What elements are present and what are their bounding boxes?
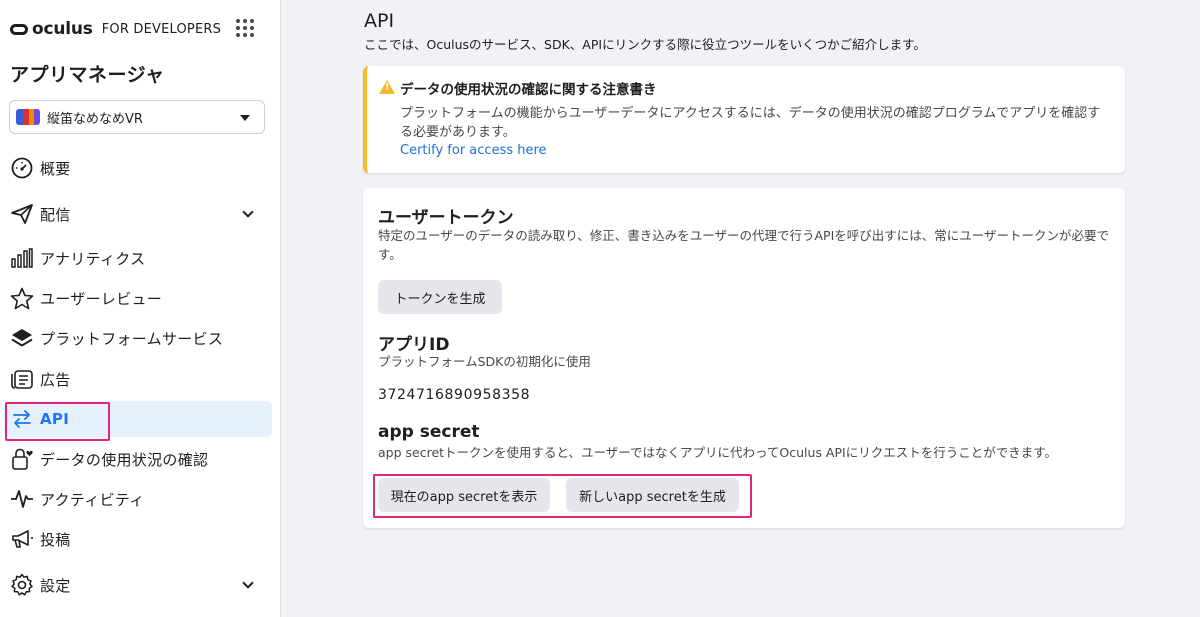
page-description: ここでは、Oculusのサービス、SDK、APIにリンクする際に役立つツールをい… bbox=[364, 37, 926, 52]
chevron-down-icon[interactable] bbox=[242, 206, 254, 218]
notice-title: データの使用状況の確認に関する注意書き bbox=[400, 82, 657, 98]
sidebar-item-platform-services[interactable]: プラットフォームサービス bbox=[4, 320, 272, 356]
paper-plane-icon bbox=[10, 202, 34, 226]
sidebar-item-label: データの使用状況の確認 bbox=[40, 450, 209, 469]
dropdown-caret-icon bbox=[240, 115, 250, 121]
bar-chart-icon bbox=[10, 246, 34, 270]
oculus-ring-icon bbox=[10, 23, 28, 35]
generate-token-button[interactable]: トークンを生成 bbox=[378, 280, 502, 314]
app-selector-dropdown[interactable]: 縦笛なめなめVR bbox=[9, 100, 265, 134]
sidebar-item-overview[interactable]: 概要 bbox=[4, 150, 272, 186]
sidebar-item-posts[interactable]: 投稿 bbox=[4, 521, 272, 557]
sidebar-item-ads[interactable]: 広告 bbox=[4, 361, 272, 397]
sidebar-item-settings[interactable]: 設定 bbox=[4, 567, 272, 603]
app-manager-title: アプリマネージャ bbox=[10, 64, 165, 86]
show-app-secret-button[interactable]: 現在のapp secretを表示 bbox=[378, 478, 550, 512]
sidebar-item-data-use-checkup[interactable]: データの使用状況の確認 bbox=[4, 441, 272, 477]
user-token-title: ユーザートークン bbox=[378, 208, 514, 228]
layers-icon bbox=[10, 326, 34, 350]
app-thumbnail bbox=[16, 109, 40, 125]
gear-icon bbox=[10, 573, 34, 597]
app-secret-title: app secret bbox=[378, 422, 480, 442]
sidebar-item-label: 投稿 bbox=[40, 530, 71, 549]
sidebar-item-label: 配信 bbox=[40, 205, 71, 224]
apps-grid-icon[interactable] bbox=[236, 19, 254, 37]
brand-subtitle: FOR DEVELOPERS bbox=[101, 21, 222, 37]
user-token-description: 特定のユーザーのデータの読み取り、修正、書き込みをユーザーの代理で行うAPIを呼… bbox=[378, 228, 1110, 262]
sidebar-item-label: 広告 bbox=[40, 370, 71, 389]
brand-name: oculus bbox=[32, 19, 93, 39]
sidebar-item-label: アクティビティ bbox=[40, 490, 145, 509]
megaphone-icon bbox=[10, 527, 34, 551]
dashboard-gauge-icon bbox=[10, 156, 34, 180]
sidebar-item-activity[interactable]: アクティビティ bbox=[4, 481, 272, 517]
sidebar-item-api[interactable]: API bbox=[4, 401, 272, 437]
app-id-description: プラットフォームSDKの初期化に使用 bbox=[378, 354, 591, 369]
app-id-value: 3724716890958358 bbox=[378, 387, 531, 403]
sidebar-item-user-reviews[interactable]: ユーザーレビュー bbox=[4, 280, 272, 316]
ads-icon bbox=[10, 367, 34, 391]
sidebar-item-label: アナリティクス bbox=[40, 249, 146, 268]
notice-body: プラットフォームの機能からユーザーデータにアクセスするには、データの使用状況の確… bbox=[400, 106, 1101, 140]
app-selector-value: 縦笛なめなめVR bbox=[47, 111, 143, 127]
sidebar-item-label: 概要 bbox=[40, 159, 71, 178]
app-secret-description: app secretトークンを使用すると、ユーザーではなくアプリに代わってOcu… bbox=[378, 445, 1057, 460]
sidebar-item-label: プラットフォームサービス bbox=[40, 329, 224, 348]
warning-icon bbox=[379, 80, 395, 94]
generate-app-secret-button[interactable]: 新しいapp secretを生成 bbox=[566, 478, 739, 512]
star-icon bbox=[10, 286, 34, 310]
sidebar-item-analytics[interactable]: アナリティクス bbox=[4, 240, 272, 276]
api-tools-card: ユーザートークン 特定のユーザーのデータの読み取り、修正、書き込みをユーザーの代… bbox=[363, 188, 1125, 528]
activity-pulse-icon bbox=[10, 487, 34, 511]
lock-heart-icon bbox=[10, 447, 34, 471]
sidebar-item-distribution[interactable]: 配信 bbox=[4, 196, 272, 232]
swap-arrows-icon bbox=[10, 407, 34, 431]
sidebar-item-label: API bbox=[40, 410, 70, 428]
chevron-down-icon[interactable] bbox=[242, 577, 254, 589]
oculus-logo[interactable]: oculus FOR DEVELOPERS bbox=[10, 18, 221, 40]
certify-access-link[interactable]: Certify for access here bbox=[400, 143, 547, 158]
sidebar-item-label: 設定 bbox=[40, 576, 71, 595]
data-use-notice-card: データの使用状況の確認に関する注意書き プラットフォームの機能からユーザーデータ… bbox=[363, 66, 1125, 173]
sidebar-item-label: ユーザーレビュー bbox=[40, 289, 163, 308]
sidebar: oculus FOR DEVELOPERS アプリマネージャ 縦笛なめなめVR … bbox=[0, 0, 281, 617]
page-title: API bbox=[364, 10, 395, 32]
